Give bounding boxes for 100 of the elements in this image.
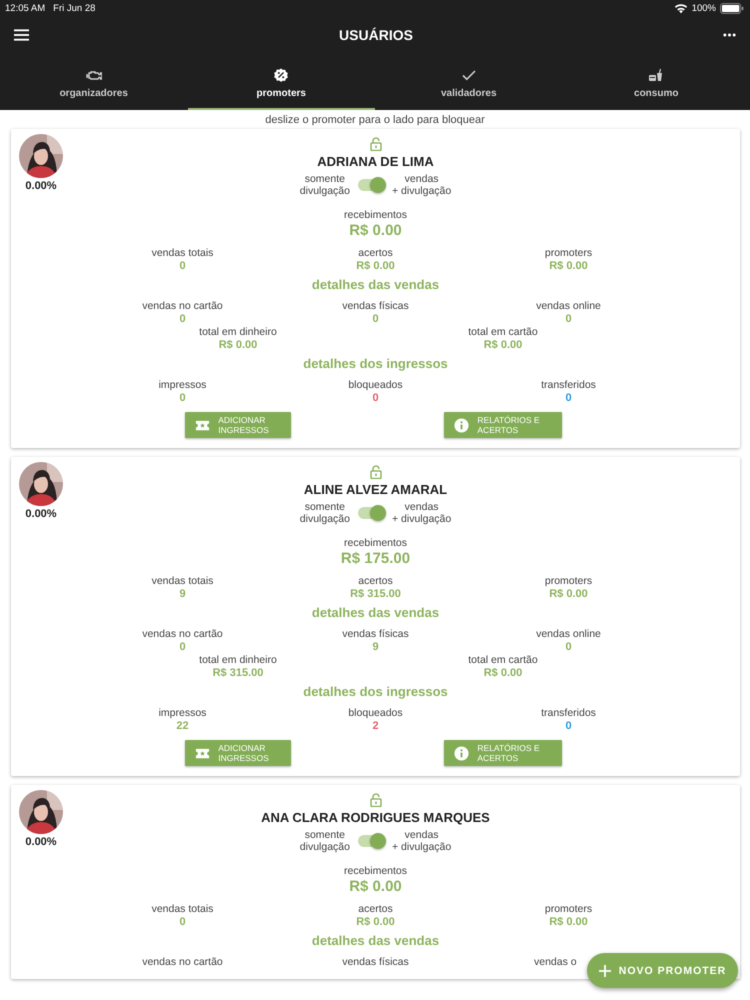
toggle-label: vendas + divulgação	[392, 501, 452, 525]
receipts-value: R$ 175.00	[340, 550, 410, 567]
stat-value: R$ 0.00	[356, 260, 395, 273]
stat-value: 0	[179, 313, 186, 326]
stat-label: transferidos	[541, 707, 596, 720]
stat-label: acertos	[358, 903, 393, 916]
stat-label: vendas totais	[152, 903, 214, 916]
stat-label: promoters	[544, 247, 592, 260]
percentage-text: 0.00%	[25, 508, 57, 520]
stat-value: 0	[372, 392, 379, 405]
unlock-icon[interactable]	[370, 465, 382, 479]
info-icon	[454, 418, 470, 432]
section-title: detalhes das vendas	[312, 277, 440, 292]
receipts-value: R$ 0.00	[349, 878, 402, 895]
stat-label: bloqueados	[348, 379, 403, 392]
action-button[interactable]: ADICIONAR INGRESSOS	[185, 740, 291, 766]
stat-value: 0	[565, 313, 572, 326]
unlock-icon[interactable]	[370, 793, 382, 807]
stat-value: R$ 0.00	[356, 916, 395, 929]
wifi-icon	[674, 2, 688, 14]
tab[interactable]: validadores	[375, 54, 562, 110]
tab[interactable]: organizadores	[0, 54, 188, 110]
stat-label: vendas físicas	[342, 628, 409, 641]
stat-label: vendas no cartão	[142, 956, 223, 969]
stat-value: 22	[176, 720, 189, 733]
tab[interactable]: consumo	[562, 54, 750, 110]
stat-label: vendas o	[534, 956, 577, 969]
stat-label: vendas totais	[152, 575, 214, 588]
stat-label: vendas no cartão	[142, 300, 223, 313]
stat-value: 0	[179, 641, 186, 654]
action-button[interactable]: RELATÓRIOS E ACERTOS	[444, 412, 562, 438]
stat-label: total em dinheiro	[199, 326, 277, 339]
action-button[interactable]: RELATÓRIOS E ACERTOS	[444, 740, 562, 766]
stat-value: R$ 315.00	[350, 588, 401, 601]
new-promoter-button[interactable]: NOVO PROMOTER	[587, 953, 738, 988]
stat-value: R$ 0.00	[484, 339, 522, 352]
mode-switch[interactable]	[358, 507, 384, 519]
toggle-label: vendas + divulgação	[392, 173, 452, 197]
unlock-icon[interactable]	[370, 137, 382, 151]
stat-value: R$ 315.00	[212, 667, 264, 680]
stat-value: R$ 0.00	[549, 260, 588, 273]
promoter-card[interactable]	[11, 129, 740, 448]
section-title: detalhes das vendas	[312, 605, 440, 620]
drink-icon	[648, 68, 664, 82]
stat-value: R$ 0.00	[549, 588, 588, 601]
stat-value: 0	[565, 720, 572, 733]
stat-label: vendas no cartão	[142, 628, 223, 641]
screen-title: USUÁRIOS	[339, 27, 413, 43]
stat-label: recebimentos	[344, 865, 408, 877]
stat-value: 0	[179, 392, 186, 405]
stat-value: 0	[565, 392, 572, 405]
stat-label: acertos	[358, 247, 393, 260]
info-icon	[454, 746, 470, 760]
stat-value: 2	[372, 720, 379, 733]
stat-label: recebimentos	[344, 209, 408, 221]
stat-label: impressos	[158, 379, 206, 392]
plus-icon	[598, 964, 611, 976]
promoter-card[interactable]	[11, 785, 740, 979]
stat-label: promoters	[544, 903, 592, 916]
action-button[interactable]: ADICIONAR INGRESSOS	[185, 412, 291, 438]
promoter-card[interactable]	[11, 457, 740, 776]
more-icon[interactable]	[723, 33, 736, 37]
menu-icon[interactable]	[14, 29, 29, 41]
stat-label: vendas online	[536, 628, 601, 641]
hint-text: deslize o promoter para o lado para bloquear	[264, 113, 486, 128]
status-date: Fri Jun 28	[53, 2, 96, 14]
stat-value: 0	[565, 641, 572, 654]
promoter-name: ALINE ALVEZ AMARAL	[304, 482, 448, 497]
stat-label: vendas online	[536, 300, 601, 313]
section-title: detalhes das vendas	[312, 933, 440, 948]
stat-label: total em cartão	[468, 326, 538, 339]
stat-value: 0	[372, 313, 379, 326]
section-title: detalhes dos ingressos	[303, 684, 448, 699]
stat-label: bloqueados	[348, 707, 403, 720]
stat-label: total em cartão	[468, 654, 538, 667]
status-time: 12:05 AM	[5, 2, 46, 14]
stat-label: transferidos	[541, 379, 596, 392]
stat-label: acertos	[358, 575, 393, 588]
section-title: detalhes dos ingressos	[303, 356, 448, 371]
percentage-text: 0.00%	[25, 836, 57, 848]
stat-value: 9	[179, 588, 186, 601]
stat-label: promoters	[544, 575, 592, 588]
stat-value: R$ 0.00	[218, 339, 258, 352]
stat-label: recebimentos	[344, 537, 408, 549]
stat-value: R$ 0.00	[549, 916, 588, 929]
toggle-label: somente divulgação	[300, 501, 350, 525]
promoter-name: ADRIANA DE LIMA	[317, 154, 434, 169]
tab[interactable]: promoters	[188, 54, 375, 110]
badge-percent-icon	[273, 68, 290, 82]
toggle-label: vendas + divulgação	[392, 829, 452, 853]
stat-value: 0	[179, 260, 186, 273]
stat-label: vendas físicas	[342, 956, 409, 969]
promoter-name: ANA CLARA RODRIGUES MARQUES	[261, 810, 490, 825]
stat-label: vendas totais	[152, 247, 214, 260]
mode-switch[interactable]	[358, 835, 384, 847]
battery-icon	[720, 2, 744, 14]
check-icon	[460, 68, 477, 82]
mode-switch[interactable]	[358, 179, 384, 191]
toggle-label: somente divulgação	[300, 173, 350, 197]
stat-value: 9	[372, 641, 379, 654]
